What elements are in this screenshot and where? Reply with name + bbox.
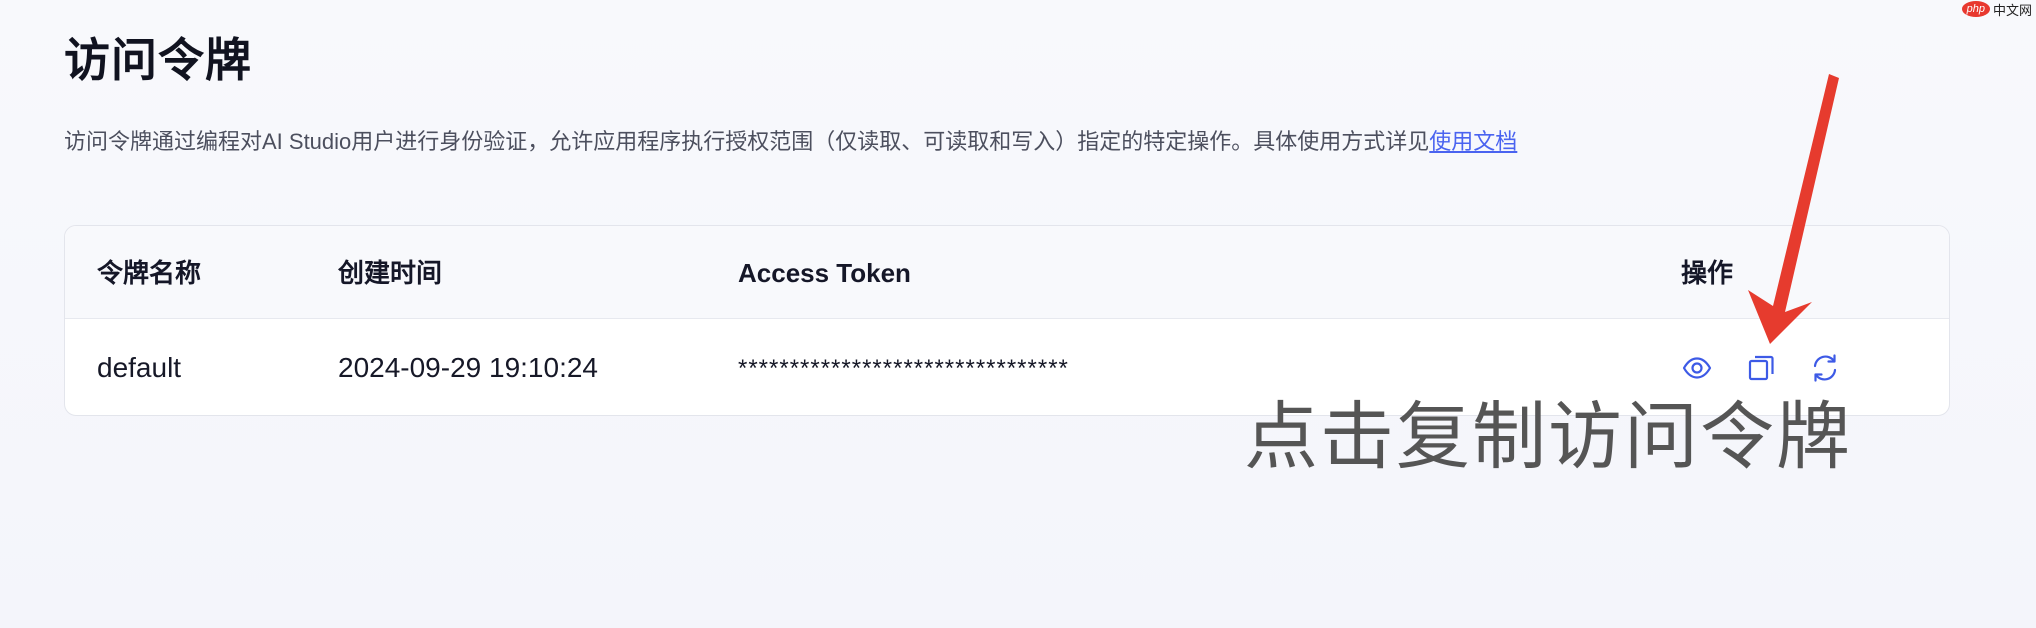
token-name-cell: default xyxy=(97,352,182,383)
annotation-text: 点击复制访问令牌 xyxy=(1244,394,1852,480)
column-header-created: 创建时间 xyxy=(338,258,443,288)
created-time-cell: 2024-09-29 19:10:24 xyxy=(338,352,598,383)
watermark-text: 中文网 xyxy=(1992,2,2032,18)
docs-link[interactable]: 使用文档 xyxy=(1429,129,1517,154)
description-text: 访问令牌通过编程对AI Studio用户进行身份验证，允许应用程序执行授权范围（… xyxy=(64,129,1430,154)
page-description: 访问令牌通过编程对AI Studio用户进行身份验证，允许应用程序执行授权范围（… xyxy=(64,126,1517,158)
access-token-cell: ******************************** xyxy=(738,355,1069,382)
column-header-actions: 操作 xyxy=(1681,258,1734,288)
column-header-token: Access Token xyxy=(738,258,911,288)
copy-icon[interactable] xyxy=(1745,352,1777,384)
eye-icon[interactable] xyxy=(1681,352,1713,384)
watermark: php 中文网 xyxy=(1961,0,2032,18)
token-table: 令牌名称 创建时间 Access Token 操作 default 2024-0… xyxy=(64,225,1950,416)
watermark-logo: php xyxy=(1961,1,1990,17)
page-title: 访问令牌 xyxy=(64,34,252,86)
column-header-name: 令牌名称 xyxy=(97,258,202,288)
table-header: 令牌名称 创建时间 Access Token 操作 xyxy=(65,226,1949,319)
refresh-icon[interactable] xyxy=(1809,352,1841,384)
